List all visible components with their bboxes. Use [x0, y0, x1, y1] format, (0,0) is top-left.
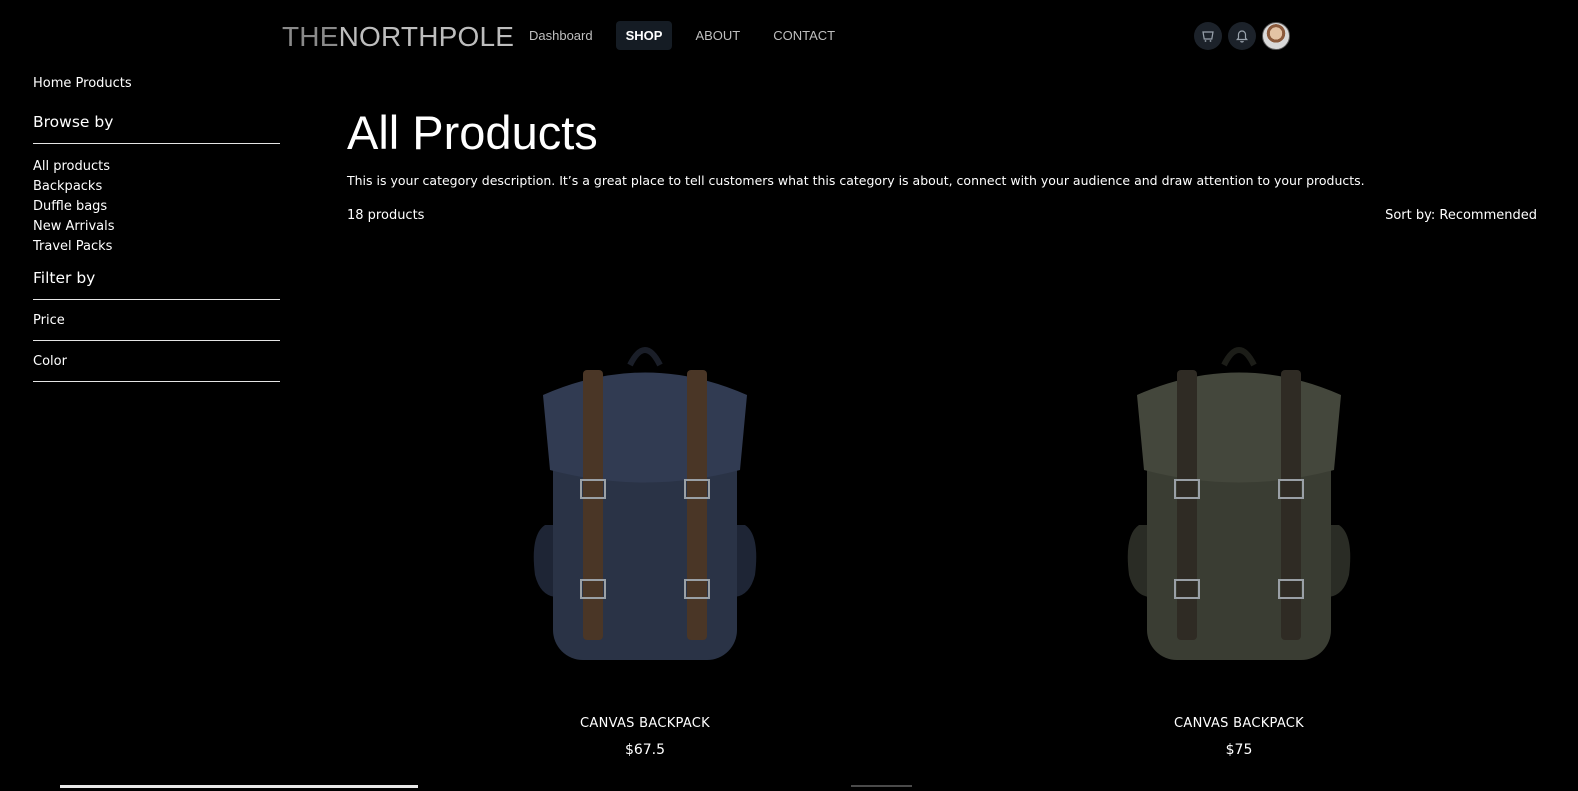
browse-item-travel-packs[interactable]: Travel Packs — [33, 237, 280, 257]
main-content: All Products This is your category descr… — [347, 100, 1537, 223]
notifications-button[interactable] — [1228, 22, 1256, 50]
next-row-image-edge — [851, 785, 912, 787]
breadcrumb[interactable]: Home Products — [33, 76, 280, 91]
nav-shop[interactable]: SHOP — [615, 20, 673, 50]
product-image[interactable] — [941, 300, 1537, 700]
header-actions — [1194, 22, 1290, 50]
backpack-strap-left — [583, 370, 603, 640]
product-name[interactable]: CANVAS BACKPACK — [347, 716, 943, 731]
browse-item-all-products[interactable]: All products — [33, 157, 280, 177]
logo-the: THE — [282, 21, 339, 52]
nav-dashboard[interactable]: Dashboard — [519, 21, 603, 50]
browse-by-heading: Browse by — [33, 113, 280, 144]
logo-northpole: NORTHPOLE — [338, 21, 515, 52]
backpack-strap-right — [1281, 370, 1301, 640]
backpack-flap — [1137, 372, 1341, 483]
product-count: 18 products — [347, 208, 425, 223]
filter-by-heading: Filter by — [33, 269, 280, 300]
filter-color[interactable]: Color — [33, 341, 280, 382]
product-name[interactable]: CANVAS BACKPACK — [941, 716, 1537, 731]
backpack-strap-left — [1177, 370, 1197, 640]
category-description: This is your category description. It’s … — [347, 173, 1365, 188]
bell-icon — [1236, 30, 1248, 43]
cart-button[interactable] — [1194, 22, 1222, 50]
top-navbar: THENORTHPOLE Dashboard SHOP ABOUT CONTAC… — [0, 0, 1578, 72]
cart-icon — [1202, 31, 1214, 42]
page-title: All Products — [347, 106, 598, 159]
product-price: $67.5 — [624, 742, 666, 758]
browse-item-new-arrivals[interactable]: New Arrivals — [33, 217, 280, 237]
browse-item-backpacks[interactable]: Backpacks — [33, 177, 280, 197]
backpack-image — [533, 347, 757, 660]
product-card[interactable]: CANVAS BACKPACK $67.5 — [347, 300, 943, 758]
main-nav: Dashboard SHOP ABOUT CONTACT — [519, 20, 858, 50]
backpack-strap-right — [687, 370, 707, 640]
browse-list: All products Backpacks Duffle bags New A… — [33, 157, 280, 257]
sort-dropdown[interactable]: Sort by: Recommended — [1385, 208, 1537, 223]
filter-price[interactable]: Price — [33, 300, 280, 341]
site-logo[interactable]: THENORTHPOLE — [282, 20, 514, 54]
product-meta-row: 18 products Sort by: Recommended — [347, 208, 1537, 223]
nav-about[interactable]: ABOUT — [685, 21, 750, 50]
browse-item-duffle-bags[interactable]: Duffle bags — [33, 197, 280, 217]
next-row-image-edge — [60, 785, 418, 788]
nav-contact[interactable]: CONTACT — [763, 21, 845, 50]
backpack-flap — [543, 372, 747, 483]
product-image[interactable] — [347, 300, 943, 700]
sidebar: Home Products Browse by All products Bac… — [33, 74, 280, 382]
product-price: $75 — [1225, 742, 1253, 758]
product-card[interactable]: CANVAS BACKPACK $75 — [941, 300, 1537, 758]
user-avatar[interactable] — [1262, 22, 1290, 50]
backpack-image — [1127, 347, 1351, 660]
